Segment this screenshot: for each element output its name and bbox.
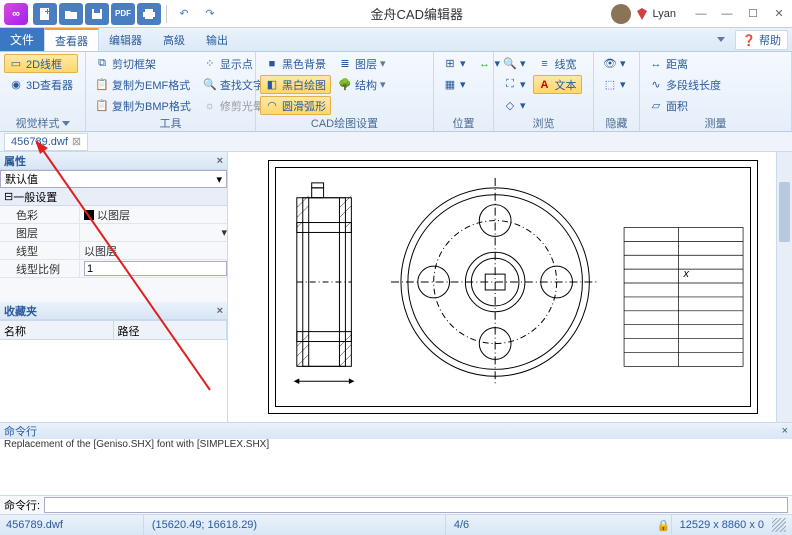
btn-copy-bmp[interactable]: 📋复制为BMP格式 bbox=[90, 96, 196, 115]
vertical-scrollbar[interactable] bbox=[776, 152, 792, 422]
command-output bbox=[0, 453, 792, 495]
btn-smooth-arc[interactable]: ◠圆滑弧形 bbox=[260, 96, 331, 115]
status-page: 4/6 bbox=[445, 515, 477, 535]
btn-distance[interactable]: ↔距离 bbox=[644, 54, 726, 73]
status-lock-icon[interactable]: 🔒 bbox=[657, 519, 671, 532]
btn-2d-wireframe[interactable]: ▭2D线框 bbox=[4, 54, 78, 73]
tab-advanced[interactable]: 高级 bbox=[153, 28, 196, 51]
tab-editor[interactable]: 编辑器 bbox=[99, 28, 153, 51]
file-tab[interactable]: 文件 bbox=[0, 28, 44, 51]
qa-undo[interactable]: ↶ bbox=[172, 3, 196, 25]
document-tabs: 456789.dwf ⊠ bbox=[0, 132, 792, 152]
cad-drawing: x bbox=[276, 168, 750, 406]
group-hide: 隐藏 bbox=[598, 115, 635, 131]
favorites-header: 名称 路径 bbox=[0, 320, 227, 340]
ribbon-tabs: 文件 查看器 编辑器 高级 输出 ❓ 帮助 bbox=[0, 28, 792, 52]
command-input[interactable] bbox=[44, 497, 788, 513]
command-section: 命令行 × Replacement of the [Geniso.SHX] fon… bbox=[0, 422, 792, 515]
ribbon: ▭2D线框 ◉3D查看器 视觉样式 ⧉剪切框架 📋复制为EMF格式 📋复制为BM… bbox=[0, 52, 792, 132]
command-title: 命令行 bbox=[4, 423, 37, 439]
qa-print[interactable] bbox=[137, 3, 161, 25]
btn-black-bg[interactable]: ■黑色背景 bbox=[260, 54, 331, 73]
status-dims: 12529 x 8860 x 0 bbox=[671, 515, 772, 535]
doc-tab[interactable]: 456789.dwf ⊠ bbox=[4, 133, 88, 151]
doc-tab-close-icon[interactable]: ⊠ bbox=[72, 135, 81, 148]
titlebar: ∞ PDF ↶ ↷ 金舟CAD编辑器 Lyan — — ☐ ✕ bbox=[0, 0, 792, 28]
properties-section[interactable]: ⊟ 一般设置 bbox=[0, 188, 227, 206]
workspace: 属性× 默认值▾ ⊟ 一般设置 色彩以图层 图层▾ 线型以图层 线型比例 收藏夹… bbox=[0, 152, 792, 422]
prop-layer-val[interactable]: ▾ bbox=[80, 224, 227, 241]
statusbar: 456789.dwf (15620.49; 16618.29) 4/6 🔒 12… bbox=[0, 515, 792, 535]
qa-save[interactable] bbox=[85, 3, 109, 25]
prop-color-name: 色彩 bbox=[0, 206, 80, 223]
qa-pdf[interactable]: PDF bbox=[111, 3, 135, 25]
gem-icon bbox=[635, 7, 649, 21]
properties-title: 属性× bbox=[0, 152, 227, 170]
favorites-list bbox=[0, 340, 227, 422]
canvas-area: x bbox=[228, 152, 792, 422]
prop-ltscale-name: 线型比例 bbox=[0, 260, 80, 277]
properties-close-icon[interactable]: × bbox=[217, 155, 223, 167]
group-view-style: 视觉样式 bbox=[16, 115, 60, 131]
tab-output[interactable]: 输出 bbox=[196, 28, 239, 51]
qa-new[interactable] bbox=[33, 3, 57, 25]
favorites-close-icon[interactable]: × bbox=[217, 305, 223, 317]
prop-layer-name: 图层 bbox=[0, 224, 80, 241]
status-coords: (15620.49; 16618.29) bbox=[143, 515, 265, 535]
qa-open[interactable] bbox=[59, 3, 83, 25]
avatar[interactable] bbox=[611, 4, 631, 24]
command-log: Replacement of the [Geniso.SHX] font wit… bbox=[0, 439, 792, 453]
btn-nav[interactable]: ◇▾ bbox=[498, 96, 531, 115]
btn-text[interactable]: A文本 bbox=[533, 75, 582, 94]
status-file: 456789.dwf bbox=[6, 519, 63, 531]
btn-struct[interactable]: 🌳结构▾ bbox=[333, 75, 393, 94]
btn-pos-1[interactable]: ⊞▾ bbox=[438, 54, 471, 73]
tab-viewer[interactable]: 查看器 bbox=[44, 28, 99, 51]
maximize-button[interactable]: ☐ bbox=[740, 3, 766, 25]
doc-tab-label: 456789.dwf bbox=[11, 136, 68, 148]
btn-copy-emf[interactable]: 📋复制为EMF格式 bbox=[90, 75, 196, 94]
fav-col-path[interactable]: 路径 bbox=[114, 321, 228, 339]
collapse-ribbon-icon[interactable]: — bbox=[688, 3, 714, 25]
left-panel: 属性× 默认值▾ ⊟ 一般设置 色彩以图层 图层▾ 线型以图层 线型比例 收藏夹… bbox=[0, 152, 228, 422]
minimize-button[interactable]: — bbox=[714, 3, 740, 25]
app-title: 金舟CAD编辑器 bbox=[223, 4, 611, 23]
btn-layers[interactable]: ≣图层▾ bbox=[333, 54, 393, 73]
fav-col-name[interactable]: 名称 bbox=[0, 321, 114, 339]
btn-pos-2[interactable]: ▦▾ bbox=[438, 75, 471, 94]
help-button[interactable]: ❓ 帮助 bbox=[735, 30, 788, 50]
app-logo: ∞ bbox=[4, 3, 28, 25]
svg-text:x: x bbox=[683, 268, 690, 280]
ribbon-dropdown-icon[interactable] bbox=[711, 31, 731, 49]
user-name: Lyan bbox=[653, 8, 676, 20]
drawing-frame: x bbox=[268, 160, 758, 414]
resize-grip[interactable] bbox=[772, 518, 786, 532]
btn-3d-viewer[interactable]: ◉3D查看器 bbox=[4, 75, 78, 94]
btn-hide-1[interactable]: 👁▾ bbox=[598, 54, 631, 73]
qa-redo[interactable]: ↷ bbox=[198, 3, 222, 25]
properties-combo[interactable]: 默认值▾ bbox=[0, 170, 227, 188]
btn-bw-draw[interactable]: ◧黑白绘图 bbox=[260, 75, 331, 94]
group-position: 位置 bbox=[438, 115, 489, 131]
group-tools: 工具 bbox=[90, 115, 251, 131]
btn-polyline-len[interactable]: ∿多段线长度 bbox=[644, 75, 726, 94]
btn-clip-frame[interactable]: ⧉剪切框架 bbox=[90, 54, 196, 73]
btn-hide-2[interactable]: ⬚▾ bbox=[598, 75, 631, 94]
prop-color-val[interactable]: 以图层 bbox=[80, 206, 227, 223]
group-measure: 测量 bbox=[644, 115, 787, 131]
btn-area[interactable]: ▱面积 bbox=[644, 96, 726, 115]
canvas[interactable]: x bbox=[228, 152, 776, 422]
command-prompt: 命令行: bbox=[4, 497, 40, 513]
prop-linetype-val[interactable]: 以图层 bbox=[80, 242, 227, 259]
favorites-title: 收藏夹× bbox=[0, 302, 227, 320]
group-cad-settings: CAD绘图设置 bbox=[260, 115, 429, 131]
btn-zoom-in[interactable]: 🔍▾ bbox=[498, 54, 531, 73]
command-close-icon[interactable]: × bbox=[782, 425, 788, 437]
btn-zoom-fit[interactable]: ⛶▾ bbox=[498, 75, 531, 94]
prop-ltscale-val[interactable] bbox=[80, 260, 227, 277]
prop-linetype-name: 线型 bbox=[0, 242, 80, 259]
btn-line-width[interactable]: ≡线宽 bbox=[533, 54, 582, 73]
group-browse: 浏览 bbox=[498, 115, 589, 131]
close-button[interactable]: ✕ bbox=[766, 3, 792, 25]
